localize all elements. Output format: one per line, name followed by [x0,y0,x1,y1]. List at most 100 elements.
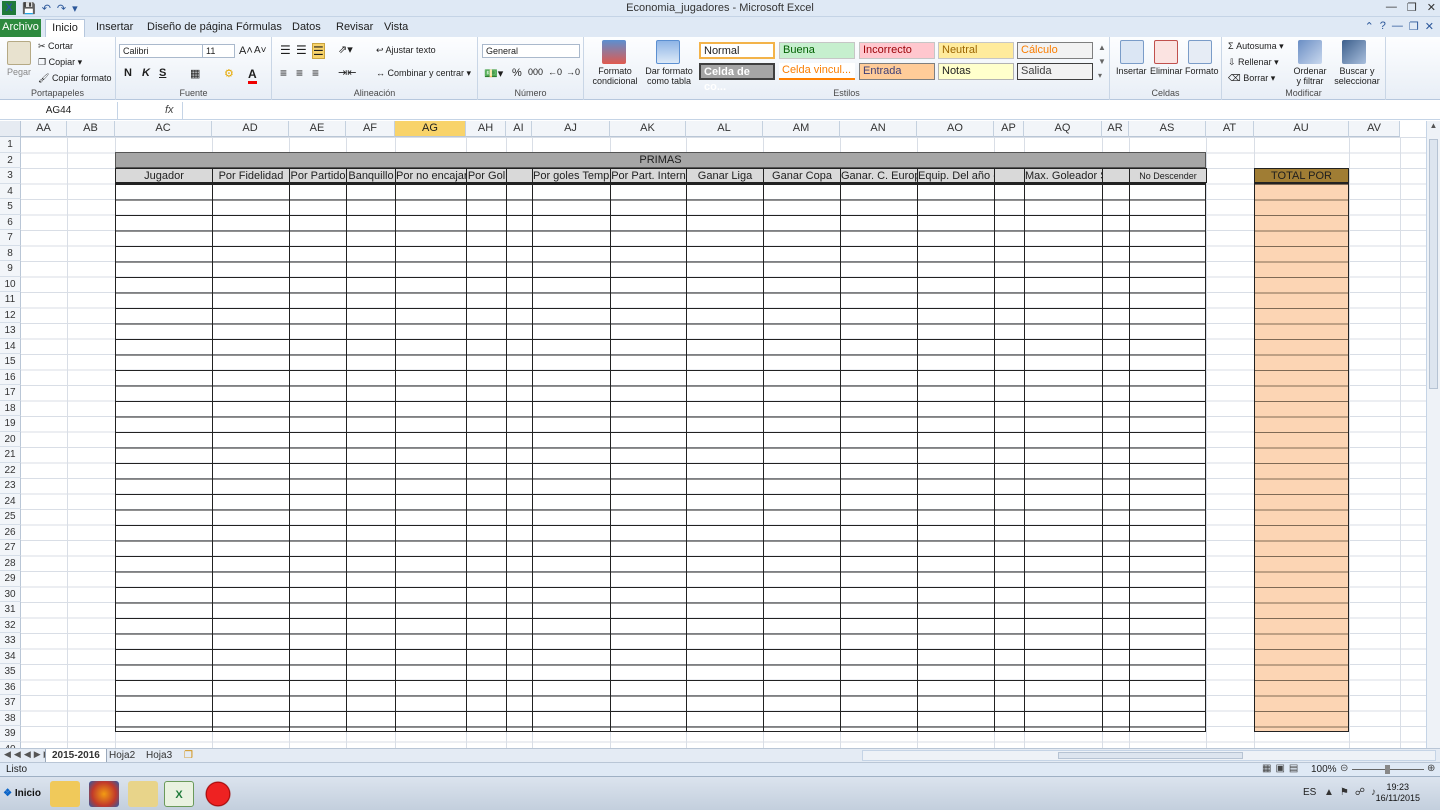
find-select-button[interactable]: Buscar y seleccionar [1332,66,1382,86]
total-primas-header[interactable]: TOTAL POR PRIMAS [1254,167,1349,196]
styles-more-icon[interactable]: ▾ [1098,71,1102,80]
select-all-corner[interactable] [0,121,21,137]
zoom-in-icon[interactable]: ⊕ [1427,763,1435,774]
row-header-24[interactable]: 24 [0,493,21,509]
table-header-cell[interactable] [506,167,533,183]
football-manager-icon[interactable] [203,781,233,807]
excel-taskbar-icon[interactable]: X [164,781,194,807]
align-bottom-icon[interactable]: ☰ [312,43,325,59]
column-header-af[interactable]: AF [346,121,395,137]
conditional-format-button[interactable]: Formato condicional [589,66,641,86]
format-as-table-icon[interactable] [656,40,680,64]
style-buena[interactable]: Buena [779,42,855,59]
tab-archivo[interactable]: Archivo [0,19,41,37]
worksheet[interactable]: AA AB AC AD AE AF AG AH AI AJ AK AL AM AN AO AP AQ AR AS AT… [0,121,1426,748]
table-header-cell[interactable]: Por goles Temp. [532,167,611,183]
horizontal-scroll-thumb[interactable] [1058,752,1243,759]
style-incorrecto[interactable]: Incorrecto [859,42,935,59]
row-header-34[interactable]: 34 [0,648,21,664]
tab-insertar[interactable]: Insertar [96,19,133,37]
column-header-aa[interactable]: AA [21,121,67,137]
column-header-as[interactable]: AS [1129,121,1206,137]
scroll-up-icon[interactable]: ▲ [1427,121,1440,130]
format-as-table-button[interactable]: Dar formato como tabla [642,66,696,86]
workbook-restore-icon[interactable]: ❐ [1409,20,1419,33]
row-header-38[interactable]: 38 [0,710,21,726]
column-header-ai[interactable]: AI [506,121,532,137]
table-header-cell[interactable]: Jugador [115,167,213,183]
row-header-25[interactable]: 25 [0,509,21,525]
table-header-cell[interactable]: Equip. Del año - SI/NO [917,167,995,183]
table-header-cell[interactable]: Banquillo [346,167,396,183]
align-top-icon[interactable]: ☰ [280,43,291,57]
row-header-7[interactable]: 7 [0,230,21,246]
row-header-8[interactable]: 8 [0,245,21,261]
table-header-cell[interactable] [994,167,1025,183]
table-header-cell[interactable]: No Descender [1129,167,1207,183]
font-name-select[interactable]: Calibri [119,44,203,58]
sort-filter-icon[interactable] [1298,40,1322,64]
paste-button[interactable]: Pegar [7,67,31,77]
table-header-cell[interactable]: Max. Goleador SI/NO [1024,167,1103,183]
workbook-minimize-icon[interactable]: — [1392,20,1403,33]
decrease-decimal-icon[interactable]: →0 [566,67,580,77]
table-header-cell[interactable]: Por Partido [289,167,347,183]
align-middle-icon[interactable]: ☰ [296,43,307,57]
column-header-ak[interactable]: AK [610,121,686,137]
row-header-33[interactable]: 33 [0,633,21,649]
column-header-ap[interactable]: AP [994,121,1024,137]
sheet-tab-2015-2016[interactable]: 2015-2016 [45,749,107,763]
tab-vista[interactable]: Vista [384,19,408,37]
row-header-14[interactable]: 14 [0,338,21,354]
row-header-15[interactable]: 15 [0,354,21,370]
tray-icons[interactable]: ▲⚑☍♪ [1324,787,1382,798]
font-color-icon[interactable]: A [248,67,257,84]
table-header-cell[interactable]: Por Fidelidad [212,167,290,183]
align-right-icon[interactable]: ≡ [312,66,319,80]
fill-color-icon[interactable]: ⚙ [224,67,234,80]
row-header-22[interactable]: 22 [0,462,21,478]
column-header-ah[interactable]: AH [466,121,506,137]
view-buttons-icon[interactable]: ▦▣▤ [1262,763,1302,774]
thousands-button[interactable]: 000 [528,67,543,77]
tab-formulas[interactable]: Fórmulas [236,19,282,37]
row-header-16[interactable]: 16 [0,369,21,385]
zoom-slider-thumb[interactable] [1385,765,1390,774]
column-header-ao[interactable]: AO [917,121,994,137]
column-header-ag[interactable]: AG [395,121,466,137]
row-header-37[interactable]: 37 [0,695,21,711]
start-button[interactable]: ❖ Inicio [2,783,42,805]
function-icon[interactable]: fx [165,104,174,116]
column-header-al[interactable]: AL [686,121,763,137]
fill-button[interactable]: ⇩ Rellenar ▾ [1228,57,1279,68]
style-calculo[interactable]: Cálculo [1017,42,1093,59]
column-header-an[interactable]: AN [840,121,917,137]
sheet-tab-hoja2[interactable]: Hoja2 [103,749,141,763]
total-primas-column[interactable] [1254,183,1349,732]
vertical-scrollbar[interactable]: ▲ [1426,121,1440,748]
borders-icon[interactable]: ▦ [190,67,200,80]
row-header-3[interactable]: 3 [0,168,21,184]
row-header-12[interactable]: 12 [0,307,21,323]
style-celda-vinculada[interactable]: Celda vincul... [779,63,855,80]
table-header-cell[interactable]: Ganar. C. Europ [840,167,918,183]
format-cells-button[interactable]: Formato [1185,66,1219,76]
row-header-1[interactable]: 1 [0,137,21,153]
insert-cells-icon[interactable] [1120,40,1144,64]
minimize-ribbon-icon[interactable]: ⌃ [1365,20,1374,33]
clear-button[interactable]: ⌫ Borrar ▾ [1228,73,1275,84]
row-header-4[interactable]: 4 [0,183,21,199]
delete-cells-icon[interactable] [1154,40,1178,64]
vertical-scroll-thumb[interactable] [1429,139,1438,389]
column-header-ar[interactable]: AR [1102,121,1129,137]
row-header-17[interactable]: 17 [0,385,21,401]
firefox-icon[interactable] [89,781,119,807]
percent-button[interactable]: % [512,67,522,79]
autosum-button[interactable]: Σ Autosuma ▾ [1228,41,1284,52]
row-header-36[interactable]: 36 [0,679,21,695]
sort-filter-button[interactable]: Ordenar y filtrar [1290,66,1330,86]
font-size-select[interactable]: 11 [202,44,235,58]
row-header-27[interactable]: 27 [0,540,21,556]
row-header-6[interactable]: 6 [0,214,21,230]
row-header-5[interactable]: 5 [0,199,21,215]
